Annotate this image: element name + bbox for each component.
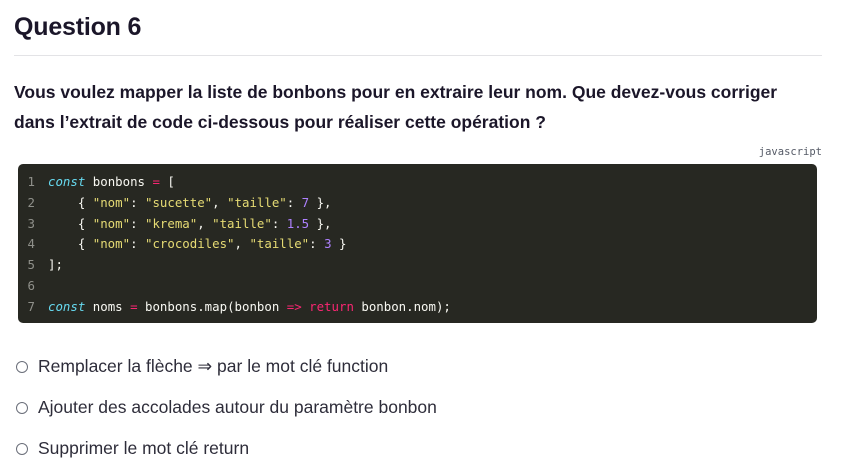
code-token: "taille" — [227, 194, 287, 210]
code-token: , — [212, 194, 228, 210]
code-token: { — [48, 236, 93, 252]
code-language-label: javascript — [758, 146, 822, 158]
code-line-content: const noms = bonbons.map(bonbon => retur… — [48, 297, 817, 318]
answer-option[interactable]: Ajouter des accolades autour du paramètr… — [16, 387, 437, 428]
code-token: : — [130, 194, 145, 210]
code-token: "taille" — [249, 236, 310, 252]
line-number: 3 — [27, 215, 35, 231]
title-divider — [14, 55, 822, 56]
code-token: = — [152, 174, 160, 189]
radio-button[interactable] — [16, 401, 28, 414]
code-block: 1 const bonbons = [ 2 { "nom": "sucette",… — [18, 164, 817, 323]
line-number: 6 — [27, 277, 35, 293]
code-line-content — [48, 276, 817, 297]
code-token: [ — [159, 174, 175, 189]
code-token: : — [271, 215, 287, 231]
code-line: 4 { "nom": "crocodiles", "taille": 3 } — [18, 234, 817, 255]
code-token: bonbons.map(bonbon — [137, 298, 287, 314]
code-token: 1.5 — [286, 215, 310, 231]
code-token: "krema" — [145, 215, 198, 231]
question-prompt: Vous voulez mapper la liste de bonbons p… — [14, 82, 778, 132]
answer-option-label: Remplacer la flèche ⇒ par le mot clé fun… — [38, 356, 389, 376]
code-token: = — [130, 298, 138, 314]
code-line-content: ]; — [48, 255, 817, 276]
code-token: : — [309, 236, 325, 252]
code-line: 1 const bonbons = [ — [18, 172, 817, 193]
code-line-content: { "nom": "sucette", "taille": 7 }, — [48, 193, 817, 214]
answer-options: Remplacer la flèche ⇒ par le mot clé fun… — [16, 346, 437, 469]
question-title: Question 6 — [14, 13, 142, 41]
code-token: , — [197, 215, 213, 231]
line-number: 4 — [27, 236, 35, 252]
code-token: ]; — [48, 257, 63, 273]
line-number: 5 — [27, 257, 35, 273]
answer-option-label: Supprimer le mot clé return — [38, 438, 250, 458]
code-token: const — [48, 174, 86, 189]
code-token: "nom" — [92, 215, 131, 231]
code-token: }, — [309, 194, 332, 210]
code-token: => — [286, 298, 302, 314]
code-line: 7 const noms = bonbons.map(bonbon => retu… — [18, 297, 817, 318]
line-number: 2 — [27, 194, 35, 210]
code-token: }, — [309, 215, 332, 231]
code-line: 2 { "nom": "sucette", "taille": 7 }, — [18, 193, 817, 214]
code-token: "nom" — [92, 194, 131, 210]
code-token: 3 — [324, 236, 332, 252]
radio-button[interactable] — [16, 360, 28, 373]
code-token: "sucette" — [145, 194, 213, 210]
answer-option[interactable]: Remplacer la flèche ⇒ par le mot clé fun… — [16, 346, 437, 387]
code-line-content: { "nom": "crocodiles", "taille": 3 } — [48, 234, 817, 255]
code-token: return — [309, 298, 354, 314]
code-token: noms — [85, 298, 131, 314]
code-line: 5]; — [18, 255, 817, 276]
code-line: 6 — [18, 276, 817, 297]
answer-option[interactable]: Supprimer le mot clé return — [16, 428, 437, 469]
code-token: bonbons — [85, 174, 153, 189]
code-token: "nom" — [92, 236, 131, 252]
code-line-content: const bonbons = [ — [48, 172, 817, 193]
code-token: : — [286, 194, 302, 210]
code-token: const — [48, 298, 86, 314]
line-number: 7 — [27, 298, 35, 314]
code-token: : — [130, 236, 145, 252]
code-token: , — [234, 236, 250, 252]
answer-option-label: Ajouter des accolades autour du paramètr… — [38, 397, 437, 417]
line-number: 1 — [27, 174, 35, 189]
code-token: { — [48, 194, 93, 210]
code-token: "crocodiles" — [145, 236, 235, 252]
code-token: bonbon.nom); — [353, 298, 451, 314]
code-token: { — [48, 215, 93, 231]
code-token: : — [130, 215, 145, 231]
code-token: } — [331, 236, 347, 252]
radio-button[interactable] — [16, 442, 28, 455]
code-line: 3 { "nom": "krema", "taille": 1.5 }, — [18, 214, 817, 235]
code-line-content: { "nom": "krema", "taille": 1.5 }, — [48, 214, 817, 235]
code-token: "taille" — [212, 215, 272, 231]
